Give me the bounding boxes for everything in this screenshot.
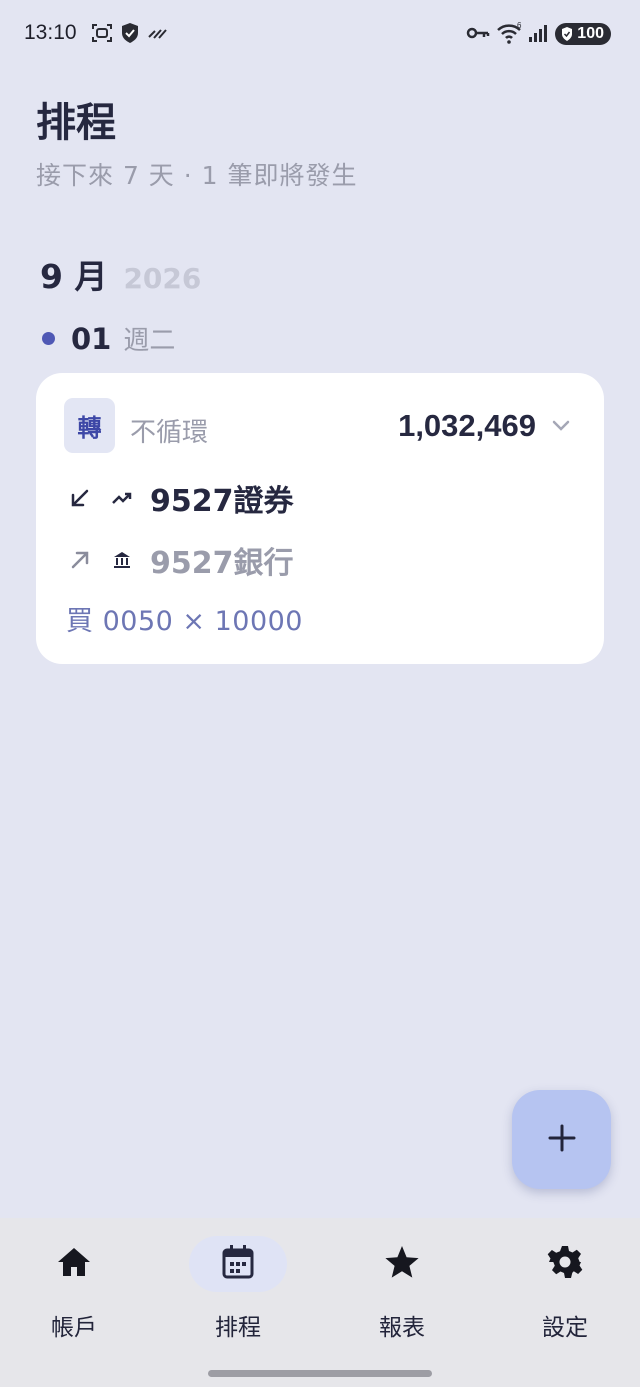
- nav-label-accounts: 帳戶: [51, 1315, 97, 1341]
- trade-note: 買 0050 × 10000: [66, 606, 303, 637]
- gear-icon: [547, 1244, 583, 1284]
- calendar-icon: [221, 1244, 255, 1284]
- signal-stripes-icon: [148, 20, 168, 46]
- screen: 13:10 6 100 排程 接下來 7 天 · 1 筆即將發生 9 月 202…: [0, 0, 640, 1387]
- year-label: 2026: [123, 262, 202, 295]
- transaction-amount: 1,032,469: [398, 408, 536, 443]
- nav-item-reports[interactable]: 報表: [342, 1236, 462, 1356]
- plus-icon: [547, 1123, 577, 1157]
- nav-item-accounts[interactable]: 帳戶: [14, 1236, 134, 1356]
- svg-text:6: 6: [517, 21, 522, 30]
- arrow-down-left-icon: [66, 484, 94, 512]
- destination-account-name: 9527證券: [150, 484, 294, 519]
- arrow-up-right-icon: [66, 546, 94, 574]
- scheduled-transaction-card[interactable]: 轉 不循環 1,032,469 9527證券 9527銀行 買 0050 × 1…: [36, 373, 604, 664]
- bottom-navigation: 帳戶 排程 報表 設定: [0, 1218, 640, 1387]
- month-header: 9 月 2026: [40, 250, 201, 298]
- month-label: 9 月: [40, 257, 108, 296]
- bank-icon: [110, 548, 134, 572]
- trending-up-icon: [110, 486, 134, 510]
- destination-account-row: 9527證券: [66, 476, 294, 520]
- day-header: 01 週二: [42, 320, 175, 357]
- battery-icon: 100: [555, 23, 611, 45]
- nav-pill: [25, 1236, 123, 1292]
- nav-pill: [516, 1236, 614, 1292]
- gesture-bar[interactable]: [208, 1370, 432, 1377]
- battery-level: 100: [577, 25, 604, 42]
- nav-label-schedule: 排程: [215, 1315, 261, 1341]
- nav-item-schedule[interactable]: 排程: [178, 1236, 298, 1356]
- add-schedule-button[interactable]: [512, 1090, 611, 1189]
- page-title: 排程: [36, 100, 116, 146]
- screenshot-icon: [91, 20, 113, 46]
- source-account-name: 9527銀行: [150, 546, 294, 581]
- chevron-down-icon[interactable]: [552, 417, 570, 436]
- nav-item-settings[interactable]: 設定: [505, 1236, 625, 1356]
- nav-pill: [353, 1236, 451, 1292]
- recurrence-label: 不循環: [130, 418, 209, 448]
- nav-label-settings: 設定: [542, 1315, 588, 1341]
- status-time: 13:10: [24, 21, 77, 44]
- star-icon: [384, 1244, 420, 1284]
- cell-signal-icon: [528, 20, 548, 46]
- day-number: 01: [71, 321, 112, 356]
- home-icon: [56, 1245, 92, 1283]
- page-subtitle: 接下來 7 天 · 1 筆即將發生: [36, 161, 358, 190]
- day-weekday: 週二: [123, 326, 176, 356]
- nav-label-reports: 報表: [379, 1315, 425, 1341]
- nav-pill: [189, 1236, 287, 1292]
- shield-icon: [120, 20, 140, 46]
- day-indicator-dot: [42, 332, 55, 345]
- vpn-key-icon: [466, 20, 490, 46]
- transfer-type-badge: 轉: [64, 398, 115, 453]
- wifi-icon: 6: [496, 20, 524, 46]
- source-account-row: 9527銀行: [66, 538, 294, 582]
- status-bar: 13:10 6 100: [0, 0, 640, 68]
